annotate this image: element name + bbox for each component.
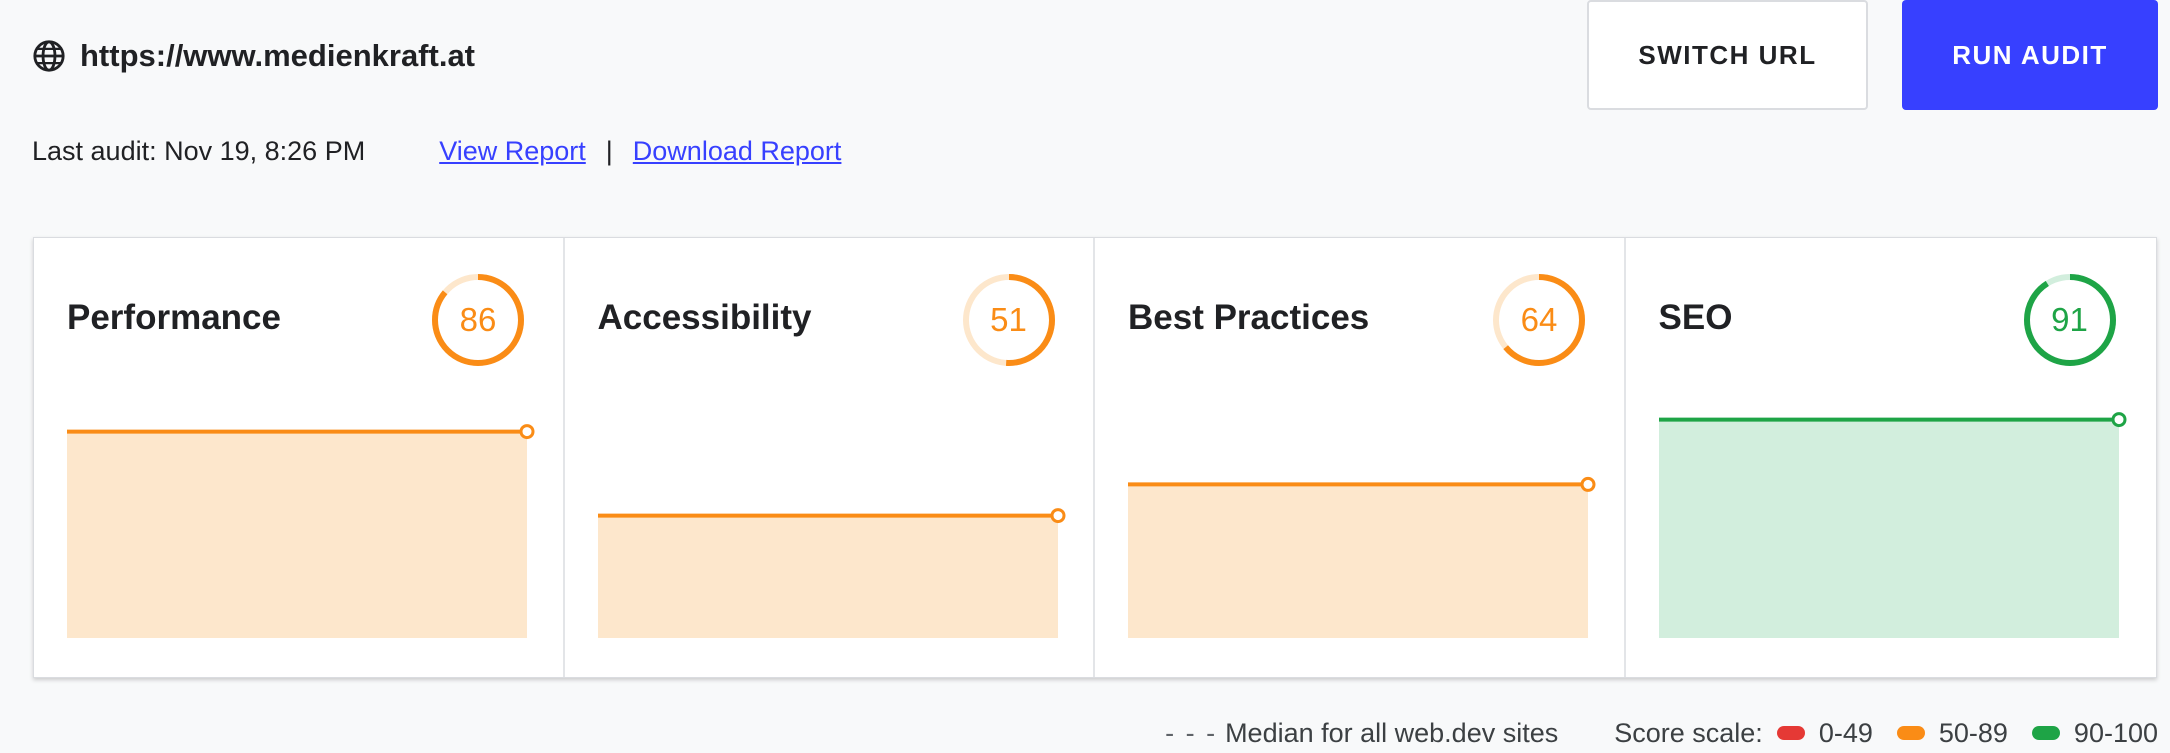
score-history-chart xyxy=(597,398,1065,638)
score-gauge: 64 xyxy=(1491,272,1587,368)
audit-meta-row: Last audit: Nov 19, 8:26 PM View Report … xyxy=(32,133,841,169)
score-scale-label: Score scale: xyxy=(1614,717,1763,748)
link-separator: | xyxy=(605,135,613,166)
site-url: https://www.medienkraft.at xyxy=(80,38,476,73)
data-point[interactable] xyxy=(1050,508,1065,524)
score-value: 86 xyxy=(459,301,497,338)
data-point[interactable] xyxy=(1580,476,1596,492)
data-point[interactable] xyxy=(519,424,535,440)
score-cards: Performance 86 Accessibility 51 Best Pra… xyxy=(33,237,2157,678)
score-history-chart xyxy=(1128,398,1596,638)
scale-range-label: 50-89 xyxy=(1938,717,2008,748)
orange-dot-icon xyxy=(1896,726,1925,740)
globe-icon xyxy=(32,39,66,73)
green-dot-icon xyxy=(2031,726,2060,740)
area-fill xyxy=(597,515,1058,638)
scale-item-red: 0-49 xyxy=(1776,717,1873,749)
card-title: Performance xyxy=(67,298,281,337)
chart-legend: - - - Median for all web.dev sites Score … xyxy=(1165,715,2158,751)
scale-range-label: 90-100 xyxy=(2073,717,2158,748)
score-value: 51 xyxy=(990,301,1027,338)
red-dot-icon xyxy=(1776,726,1805,740)
scale-item-green: 90-100 xyxy=(2031,717,2158,749)
score-history-chart xyxy=(67,398,535,638)
card-title: Best Practices xyxy=(1128,298,1370,337)
run-audit-button[interactable]: RUN AUDIT xyxy=(1902,0,2158,110)
score-gauge: 86 xyxy=(430,272,526,368)
score-gauge: 91 xyxy=(2022,272,2118,368)
last-audit-text: Last audit: Nov 19, 8:26 PM xyxy=(32,135,366,166)
card-performance[interactable]: Performance 86 xyxy=(34,238,565,677)
median-dash-icon: - - - xyxy=(1165,717,1218,748)
score-value: 91 xyxy=(2051,301,2088,338)
area-fill xyxy=(1658,419,2119,638)
card-best-practices[interactable]: Best Practices 64 xyxy=(1095,238,1626,677)
area-fill xyxy=(67,431,527,638)
scale-item-orange: 50-89 xyxy=(1896,717,2008,749)
card-seo[interactable]: SEO 91 xyxy=(1626,238,2157,677)
download-report-link[interactable]: Download Report xyxy=(633,136,842,167)
score-history-chart xyxy=(1658,398,2126,638)
score-value: 64 xyxy=(1520,301,1558,338)
area-fill xyxy=(1128,484,1588,638)
card-title: Accessibility xyxy=(597,298,812,337)
card-title: SEO xyxy=(1658,298,1733,337)
card-accessibility[interactable]: Accessibility 51 xyxy=(565,238,1095,677)
view-report-link[interactable]: View Report xyxy=(439,136,586,167)
median-legend: - - - Median for all web.dev sites xyxy=(1165,718,1558,749)
median-label: Median for all web.dev sites xyxy=(1225,717,1559,748)
switch-url-button[interactable]: SWITCH URL xyxy=(1587,0,1868,110)
scale-range-label: 0-49 xyxy=(1818,717,1873,748)
score-gauge: 51 xyxy=(961,272,1057,368)
url-row: https://www.medienkraft.at xyxy=(32,34,475,78)
data-point[interactable] xyxy=(2111,412,2126,428)
